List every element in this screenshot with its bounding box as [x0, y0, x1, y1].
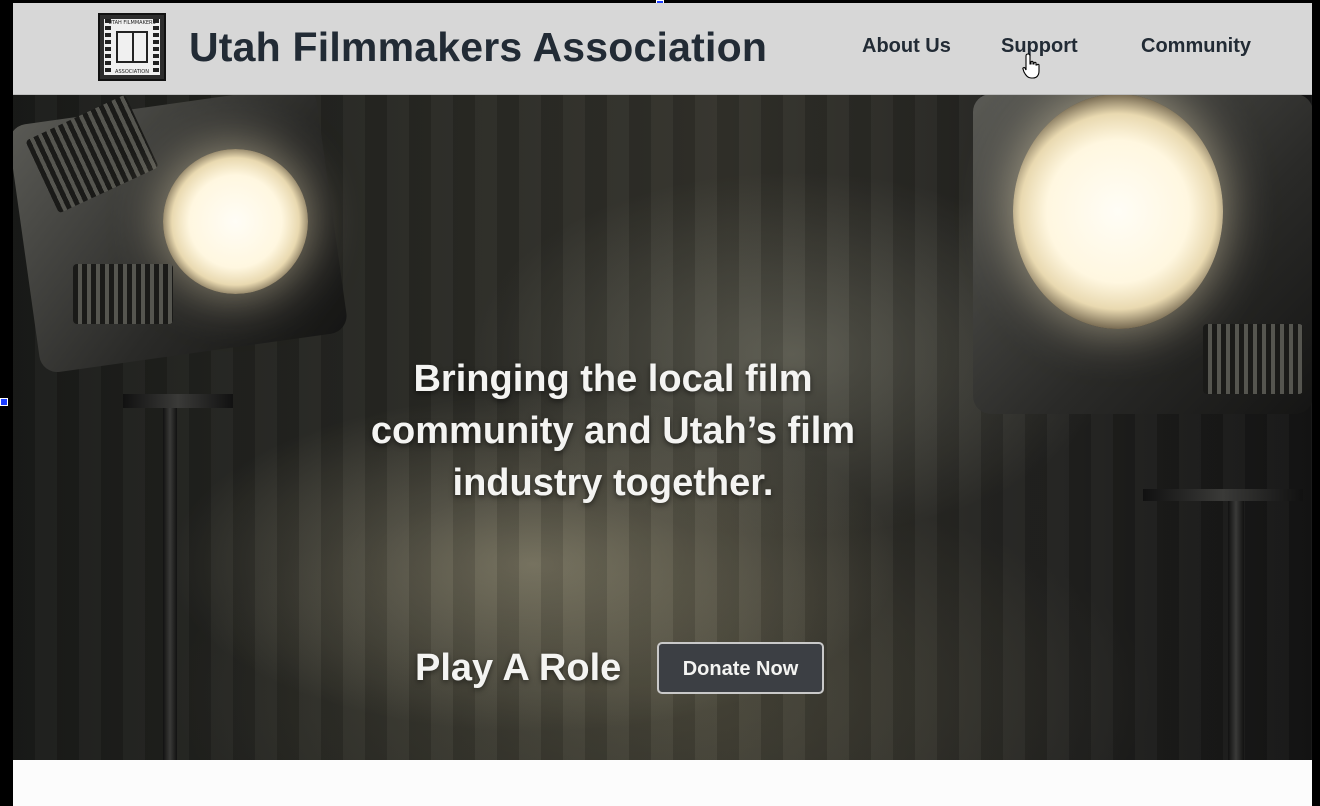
- hero-tagline: Bringing the local film community and Ut…: [370, 358, 856, 504]
- hand-pointer-icon: [1022, 53, 1040, 79]
- play-a-role-text: Play A Role: [415, 647, 622, 689]
- logo-bottom-text: ASSOCIATION: [115, 69, 149, 75]
- nav-about-us[interactable]: About Us: [862, 35, 951, 58]
- logo-top-text: UTAH FILMMAKERS: [108, 20, 156, 26]
- hero-section: Bringing the local film community and Ut…: [13, 94, 1312, 760]
- site-header: UTAH FILMMAKERS ASSOCIATION Utah Filmmak…: [13, 3, 1312, 95]
- donate-now-button[interactable]: Donate Now: [657, 642, 824, 694]
- logo-inner-mark: [116, 31, 148, 63]
- film-logo-icon[interactable]: UTAH FILMMAKERS ASSOCIATION: [98, 13, 166, 81]
- logo-film-strip-right: [153, 19, 159, 75]
- site-title[interactable]: Utah Filmmakers Association: [189, 23, 767, 71]
- web-page: UTAH FILMMAKERS ASSOCIATION Utah Filmmak…: [13, 3, 1312, 806]
- spotlight-stand: [1228, 494, 1244, 760]
- spotlight-yoke: [123, 394, 233, 408]
- left-spotlight-image: [13, 94, 353, 760]
- spotlight-fins: [1203, 324, 1303, 394]
- selection-handle-left: [0, 398, 8, 406]
- nav-community[interactable]: Community: [1141, 35, 1251, 58]
- logo-film-strip-left: [105, 19, 111, 75]
- spotlight-lens: [1013, 94, 1223, 329]
- spotlight-stand: [163, 394, 177, 760]
- spotlight-fins: [73, 264, 173, 324]
- content-below-hero: [13, 760, 1312, 806]
- spotlight-yoke: [1143, 489, 1303, 501]
- right-spotlight-image: [953, 94, 1312, 760]
- window-frame: UTAH FILMMAKERS ASSOCIATION Utah Filmmak…: [0, 0, 1320, 806]
- spotlight-lens: [163, 149, 308, 294]
